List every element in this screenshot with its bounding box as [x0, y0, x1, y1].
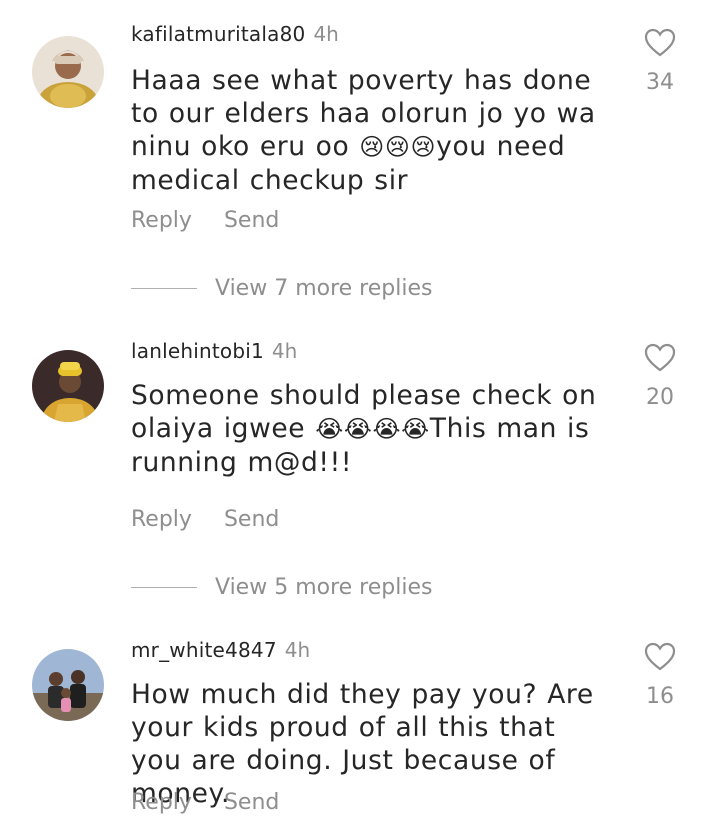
comment-actions: Reply Send: [131, 790, 279, 815]
username[interactable]: lanlehintobi1: [131, 339, 264, 363]
emoji-crying: 😢😢😢: [359, 133, 437, 161]
heart-outline-icon[interactable]: [644, 642, 676, 672]
like-count: 16: [646, 684, 674, 709]
avatar[interactable]: [32, 36, 104, 108]
comment-actions: Reply Send: [131, 208, 279, 233]
comment-header: mr_white4847 4h: [131, 636, 310, 664]
profile-photo-icon: [32, 649, 104, 721]
like-count: 20: [646, 385, 674, 410]
emoji-loudly-crying: 😭😭😭😭: [315, 415, 430, 443]
timestamp: 4h: [271, 339, 298, 363]
comment-actions: Reply Send: [131, 507, 279, 532]
timestamp: 4h: [313, 22, 339, 46]
view-replies-label[interactable]: View 7 more replies: [215, 276, 432, 301]
view-replies[interactable]: View 7 more replies: [131, 276, 432, 306]
username[interactable]: mr_white4847: [131, 638, 277, 662]
like-count: 34: [646, 70, 674, 95]
reply-button[interactable]: Reply: [131, 790, 192, 815]
view-replies-label[interactable]: View 5 more replies: [215, 575, 432, 600]
heart-outline-icon[interactable]: [644, 343, 676, 373]
reply-button[interactable]: Reply: [131, 208, 192, 233]
avatar[interactable]: [32, 350, 104, 422]
comments-feed: kafilatmuritala80 4h Haaa see what povert…: [0, 0, 720, 837]
username[interactable]: kafilatmuritala80: [131, 22, 305, 46]
comment-header: lanlehintobi1 4h: [131, 337, 297, 365]
profile-photo-icon: [32, 350, 104, 422]
send-button[interactable]: Send: [224, 208, 279, 233]
divider: [131, 288, 197, 289]
view-replies[interactable]: View 5 more replies: [131, 575, 432, 605]
divider: [131, 587, 197, 588]
avatar[interactable]: [32, 649, 104, 721]
comment-text: Haaa see what poverty has done to our el…: [131, 64, 611, 197]
comment-text: Someone should please check on olaiya ig…: [131, 379, 611, 479]
heart-outline-icon[interactable]: [644, 28, 676, 58]
timestamp: 4h: [284, 638, 311, 662]
comment-header: kafilatmuritala80 4h: [131, 20, 339, 48]
profile-photo-icon: [32, 36, 104, 108]
send-button[interactable]: Send: [224, 790, 279, 815]
send-button[interactable]: Send: [224, 507, 279, 532]
reply-button[interactable]: Reply: [131, 507, 192, 532]
